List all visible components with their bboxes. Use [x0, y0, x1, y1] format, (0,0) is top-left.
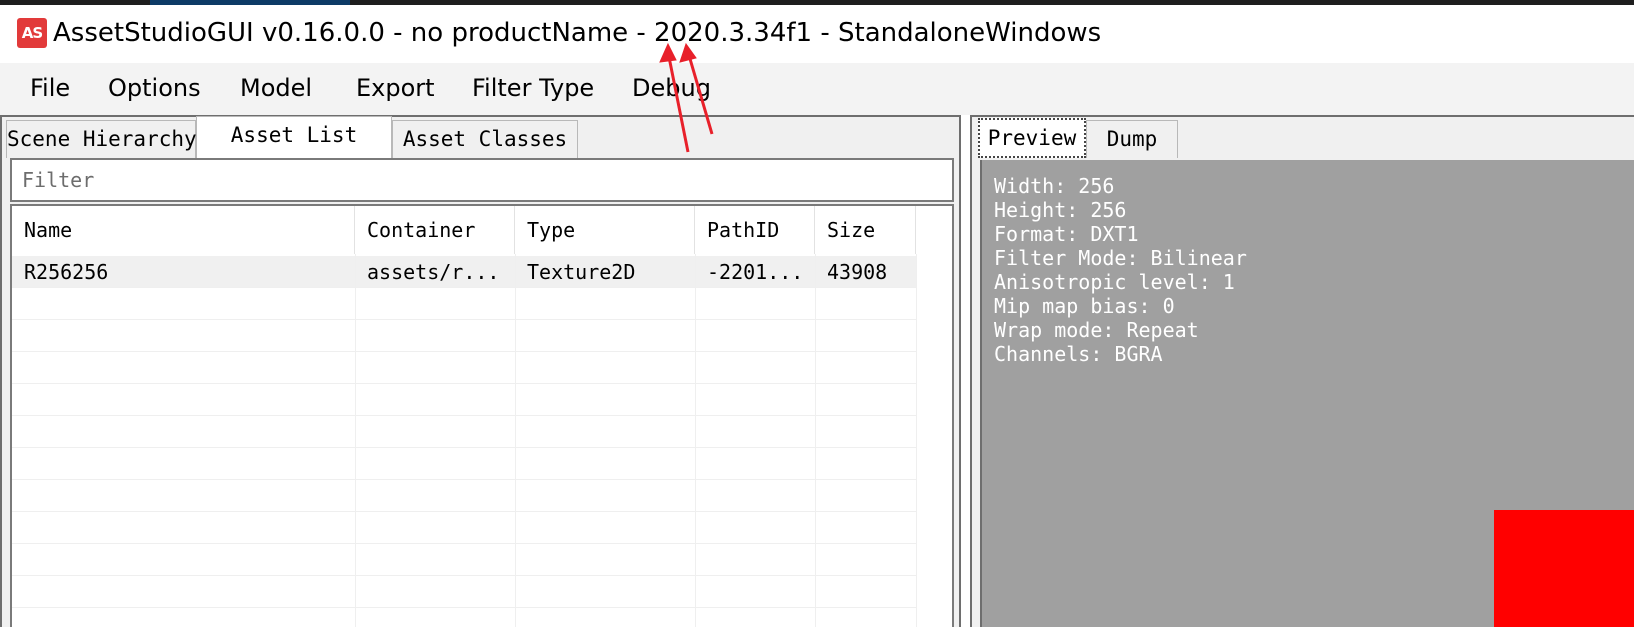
title-bar[interactable]: AS AssetStudioGUI v0.16.0.0 - no product… [0, 5, 1634, 63]
column-divider [916, 254, 917, 627]
empty-row [12, 416, 916, 448]
column-header-name[interactable]: Name [12, 206, 355, 254]
menu-debug[interactable]: Debug [632, 73, 711, 103]
menu-export[interactable]: Export [356, 73, 435, 103]
cell-size: 43908 [827, 260, 888, 284]
empty-row [12, 320, 916, 352]
asset-list-view: Name Container Type PathID Size R256256 … [10, 204, 954, 627]
empty-row [12, 544, 916, 576]
tab-scene-hierarchy[interactable]: Scene Hierarchy [6, 120, 197, 158]
info-format: Format: DXT1 [994, 222, 1139, 246]
info-filter-mode: Filter Mode: Bilinear [994, 246, 1247, 270]
column-divider [355, 254, 356, 627]
app-logo-icon: AS [17, 18, 47, 48]
empty-row [12, 480, 916, 512]
empty-row [12, 448, 916, 480]
info-anisotropic: Anisotropic level: 1 [994, 270, 1235, 294]
column-divider [695, 254, 696, 627]
tab-asset-classes[interactable]: Asset Classes [392, 120, 578, 158]
texture-preview-image [1494, 510, 1634, 627]
tab-dump[interactable]: Dump [1086, 120, 1178, 158]
empty-row [12, 288, 916, 320]
tab-preview[interactable]: Preview [978, 118, 1086, 158]
column-header-size[interactable]: Size [815, 206, 916, 254]
column-header-container[interactable]: Container [355, 206, 515, 254]
empty-row [12, 384, 916, 416]
filter-box [10, 158, 954, 202]
menu-model[interactable]: Model [240, 73, 312, 103]
menu-file[interactable]: File [30, 73, 70, 103]
info-wrap-mode: Wrap mode: Repeat [994, 318, 1199, 342]
info-height: Height: 256 [994, 198, 1127, 222]
empty-row [12, 352, 916, 384]
menu-bar: File Options Model Export Filter Type De… [0, 63, 1634, 115]
cell-type: Texture2D [527, 260, 636, 284]
cell-name: R256256 [24, 260, 109, 284]
cell-container: assets/r... [367, 260, 500, 284]
column-header-type[interactable]: Type [515, 206, 695, 254]
window-title: AssetStudioGUI v0.16.0.0 - no productNam… [53, 18, 1102, 48]
empty-row [12, 576, 916, 608]
filter-input[interactable] [20, 164, 924, 196]
table-row[interactable]: R256256 assets/r... Texture2D -2201... 4… [12, 256, 916, 288]
tab-asset-list[interactable]: Asset List [196, 116, 392, 158]
column-header-pathid[interactable]: PathID [695, 206, 815, 254]
menu-options[interactable]: Options [108, 73, 201, 103]
column-divider [815, 254, 816, 627]
empty-row [12, 512, 916, 544]
info-channels: Channels: BGRA [994, 342, 1163, 366]
column-divider [515, 254, 516, 627]
info-mipmap-bias: Mip map bias: 0 [994, 294, 1175, 318]
info-width: Width: 256 [994, 174, 1115, 198]
cell-pathid: -2201... [707, 260, 804, 284]
menu-filter-type[interactable]: Filter Type [472, 73, 594, 103]
